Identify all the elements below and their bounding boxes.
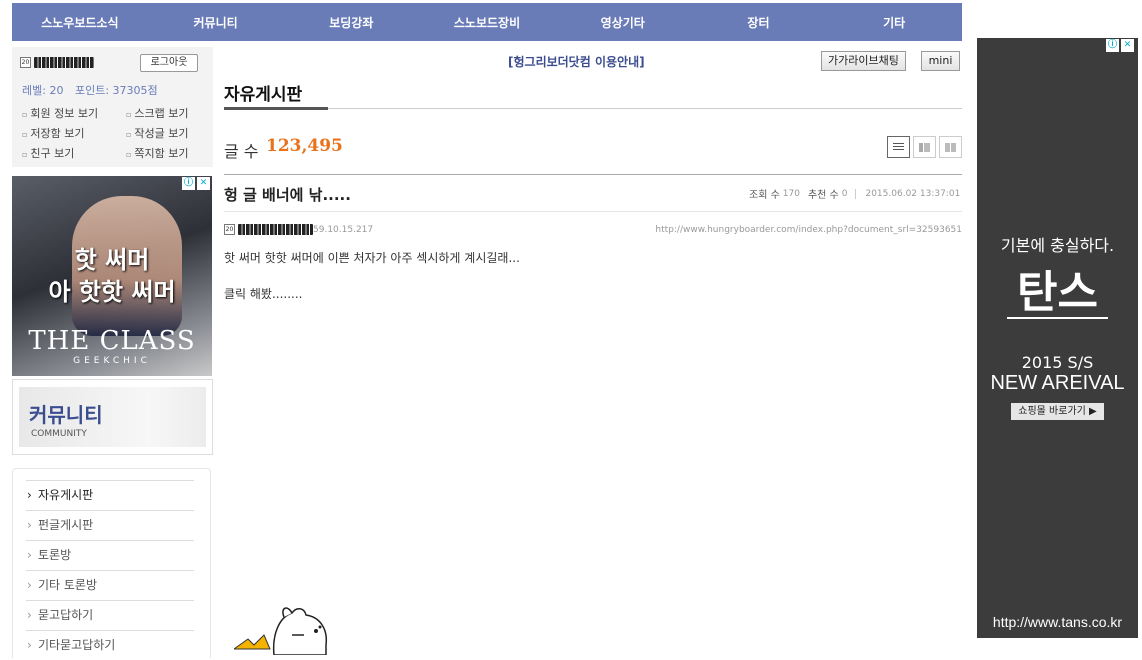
logout-button[interactable]: 로그아웃 [140, 54, 198, 72]
ad-headline-1: 핫 써머 [74, 246, 150, 274]
left-banner-ad[interactable]: 핫 써머 아 핫핫 써머 THE CLASS GEEKCHIC ⓘ ✕ [12, 176, 212, 376]
list-view-button[interactable] [887, 136, 910, 158]
board-menu: 자유게시판 펀글게시판 토론방 기타 토론방 묻고답하기 기타묻고답하기 [12, 468, 211, 660]
points-text: 포인트: 37305점 [74, 84, 158, 97]
menu-discussion[interactable]: 토론방 [26, 540, 194, 570]
level-text: 레벨: 20 [22, 84, 64, 97]
post-permalink[interactable]: http://www.hungryboarder.com/index.php?d… [655, 225, 962, 235]
right-ad-season: 2015 S/S [1021, 353, 1094, 372]
webzine-view-button[interactable] [913, 136, 936, 158]
author-ip: 59.10.15.217 [313, 225, 374, 235]
view-mode-toggle [887, 136, 962, 158]
link-my-posts[interactable]: 작성글 보기 [126, 125, 212, 141]
author-level-badge: 20 [224, 224, 235, 235]
board-title: 자유게시판 [224, 85, 303, 105]
meta-divider [855, 188, 857, 199]
post-header-divider [224, 211, 962, 212]
menu-qna[interactable]: 묻고답하기 [26, 600, 194, 630]
menu-etc-qna[interactable]: 기타묻고답하기 [26, 630, 194, 660]
nav-item-equipment[interactable]: 스노보드장비 [419, 14, 555, 31]
level-badge: 20 [20, 57, 31, 68]
author-nickname-image[interactable] [238, 224, 313, 235]
right-ad-headline: NEW AREIVAL [990, 372, 1125, 394]
ad-close-icon[interactable]: ✕ [197, 177, 210, 190]
top-nav: 스노우보드소식 커뮤니티 보딩강좌 스노보드장비 영상기타 장터 기타 [12, 3, 962, 41]
webzine-view-icon [919, 142, 930, 152]
user-stats: 레벨: 20 포인트: 37305점 [22, 82, 166, 98]
views-count: 170 [782, 188, 800, 199]
post-body-line: 클릭 해봤........ [224, 287, 303, 301]
link-friends[interactable]: 친구 보기 [22, 145, 126, 161]
ad-info-icon[interactable]: ⓘ [182, 177, 195, 190]
nav-item-etc[interactable]: 기타 [826, 14, 962, 31]
mascot-image [234, 607, 328, 655]
ad-brand: THE CLASS [28, 326, 196, 356]
post-count-label: 글 수 [224, 142, 259, 161]
right-ad-tagline: 기본에 충실하다. [1000, 236, 1115, 255]
gallery-view-button[interactable] [939, 136, 962, 158]
link-messages[interactable]: 쪽지함 보기 [126, 145, 212, 161]
right-ad-brand: 탄스 [1017, 267, 1098, 318]
mini-chat-button[interactable]: mini [921, 51, 960, 71]
community-banner-inner: 커뮤니티 COMMUNITY [19, 387, 206, 447]
site-notice-link[interactable]: [헝그리보더닷컴 이용안내] [508, 53, 645, 70]
right-ad-shop-button[interactable]: 쇼핑몰 바로가기 ▶ [1011, 403, 1104, 420]
member-links: 회원 정보 보기 스크랩 보기 저장함 보기 작성글 보기 친구 보기 쪽지함 … [22, 105, 212, 161]
login-box: 20 로그아웃 레벨: 20 포인트: 37305점 회원 정보 보기 스크랩 … [12, 47, 213, 167]
nav-item-video[interactable]: 영상기타 [555, 14, 691, 31]
right-ad-brand-underline [1007, 317, 1108, 319]
post-meta: 조회 수 170 추천 수 0 2015.06.02 13:37:01 [749, 186, 960, 201]
recommend-count: 0 [841, 188, 848, 199]
ad-brand-sub: GEEKCHIC [73, 356, 151, 366]
right-ad-choices: ⓘ ✕ [1106, 39, 1134, 52]
menu-fun-board[interactable]: 펀글게시판 [26, 510, 194, 540]
nav-item-snowboard-news[interactable]: 스노우보드소식 [12, 14, 148, 31]
gallery-view-icon [945, 142, 956, 152]
nav-item-community[interactable]: 커뮤니티 [148, 14, 284, 31]
menu-free-board[interactable]: 자유게시판 [26, 480, 194, 510]
link-saved[interactable]: 저장함 보기 [22, 125, 126, 141]
ad-close-icon[interactable]: ✕ [1121, 39, 1134, 52]
post-title: 헝 글 배너에 낚..... [224, 186, 351, 204]
post-body-line: 핫 써머 핫핫 써머에 이쁜 처자가 아주 섹시하게 계시길래... [224, 251, 520, 265]
post-count-value: 123,495 [266, 136, 343, 156]
community-subtitle: COMMUNITY [31, 429, 87, 439]
views-label: 조회 수 [749, 190, 780, 201]
link-scrap[interactable]: 스크랩 보기 [126, 105, 212, 121]
post-body: 핫 써머 핫핫 써머에 이쁜 처자가 아주 섹시하게 계시길래... 클릭 해봤… [224, 249, 520, 321]
post-top-divider [224, 174, 962, 175]
title-divider [328, 108, 962, 109]
link-member-info[interactable]: 회원 정보 보기 [22, 105, 126, 121]
nav-item-boarding-lessons[interactable]: 보딩강좌 [283, 14, 419, 31]
nickname-image[interactable] [34, 57, 94, 68]
live-chat-button[interactable]: 가가라이브채팅 [821, 51, 906, 71]
nav-item-market[interactable]: 장터 [691, 14, 827, 31]
list-view-icon [893, 142, 904, 152]
title-underline [224, 107, 328, 110]
user-row: 20 [20, 57, 94, 68]
post-date: 2015.06.02 13:37:01 [865, 188, 961, 199]
menu-etc-discussion[interactable]: 기타 토론방 [26, 570, 194, 600]
ad-choices: ⓘ ✕ [182, 177, 210, 190]
community-title: 커뮤니티 [29, 403, 103, 427]
community-banner[interactable]: 커뮤니티 COMMUNITY [12, 379, 213, 455]
ad-headline-2: 아 핫핫 써머 [48, 278, 176, 306]
ad-info-icon[interactable]: ⓘ [1106, 39, 1119, 52]
right-banner-ad[interactable]: ⓘ ✕ 기본에 충실하다. 탄스 2015 S/S NEW AREIVAL 쇼핑… [977, 38, 1138, 638]
right-ad-url: http://www.tans.co.kr [992, 614, 1123, 630]
post-author[interactable]: 20 [224, 224, 313, 235]
recommend-label: 추천 수 [807, 190, 839, 201]
